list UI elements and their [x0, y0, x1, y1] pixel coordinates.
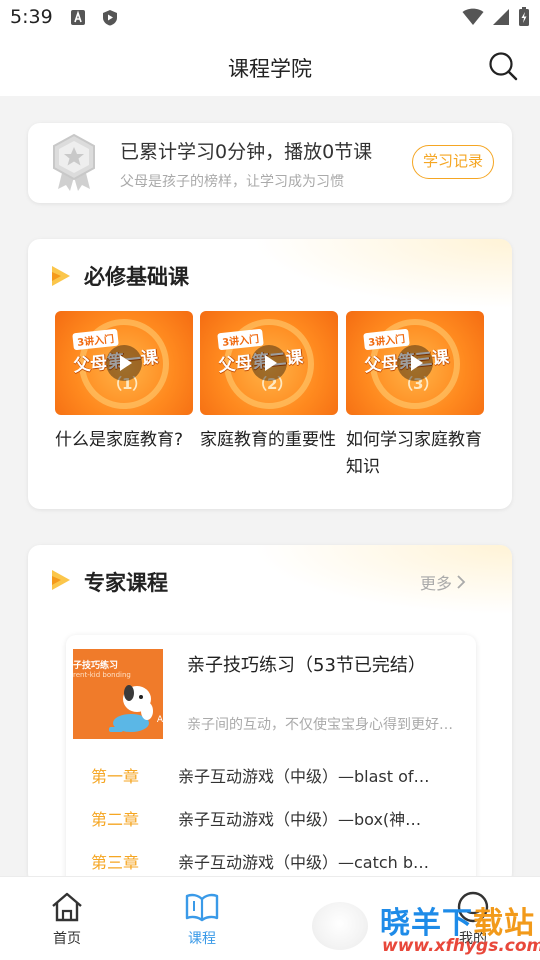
expert-courses-section: 专家课程 更多 子技巧练习 rent-kid bonding A 亲子技巧练习（…	[28, 545, 512, 885]
page-title: 课程学院	[228, 57, 312, 81]
book-icon[interactable]	[184, 891, 220, 923]
course-card-2[interactable]: 3讲入门 父母第二课 （2） 家庭教育的重要性	[200, 311, 338, 454]
learning-record-button[interactable]: 学习记录	[411, 145, 494, 179]
chapter-row[interactable]: 第三章 亲子互动游戏（中级）—catch b…	[91, 849, 451, 873]
home-icon[interactable]	[50, 891, 84, 923]
dog-illustration-icon	[109, 685, 153, 732]
tab-home[interactable]: 首页	[27, 891, 107, 948]
chapter-title[interactable]: 亲子互动游戏（中级）—catch b…	[178, 849, 448, 873]
course-name[interactable]: 如何学习家庭教育知识	[346, 427, 484, 481]
chapter-label: 第一章	[91, 767, 140, 786]
medal-icon	[53, 133, 95, 191]
more-label[interactable]: 更多	[420, 570, 452, 594]
course-card-3[interactable]: 3讲入门 父母第三课 （3） 如何学习家庭教育知识	[346, 311, 484, 481]
more-link[interactable]: 更多	[420, 570, 466, 594]
app-header: 课程学院	[0, 36, 540, 96]
course-name[interactable]: 什么是家庭教育?	[55, 427, 193, 454]
chapter-row[interactable]: 第一章 亲子互动游戏（中级）—blast of…	[91, 763, 451, 787]
chapter-label: 第二章	[91, 810, 140, 829]
chevron-right-icon[interactable]	[456, 575, 466, 589]
tab-courses[interactable]: 课程	[162, 891, 242, 948]
section-glow	[252, 239, 512, 309]
battery-charging-icon	[519, 7, 529, 26]
chapter-label: 第三章	[91, 853, 140, 872]
cover-mark: A	[156, 715, 163, 725]
watermark-site: www.xfhygs.com	[382, 936, 540, 956]
course-name[interactable]: 家庭教育的重要性	[200, 427, 338, 454]
play-flag-icon	[52, 266, 70, 286]
site-watermark: 晓羊下载站 www.xfhygs.com	[312, 896, 540, 960]
chapter-title[interactable]: 亲子互动游戏（中级）—blast of…	[178, 763, 448, 787]
course-thumbnail[interactable]: 3讲入门 父母第二课 （2）	[200, 311, 338, 415]
play-flag-icon	[52, 570, 70, 590]
expert-course-description: 亲子间的互动，不仅使宝宝身心得到更好…	[187, 717, 453, 733]
signal-icon	[493, 9, 509, 25]
basic-section-title: 必修基础课	[84, 265, 189, 289]
section-glow	[252, 545, 512, 615]
basic-courses-section: 必修基础课 3讲入门 父母第一课 （1） 什么是家庭教育? 3讲入门 父母第二课…	[28, 239, 512, 509]
expert-course-card[interactable]: 子技巧练习 rent-kid bonding A 亲子技巧练习（53节已完结） …	[66, 635, 476, 885]
play-icon[interactable]	[106, 345, 142, 381]
chapter-row[interactable]: 第二章 亲子互动游戏（中级）—box(神…	[91, 806, 451, 830]
course-thumbnail[interactable]: 3讲入门 父母第一课 （1）	[55, 311, 193, 415]
learning-stats-card: 已累计学习0分钟，播放0节课 父母是孩子的榜样，让学习成为习惯 学习记录	[28, 123, 512, 203]
status-right-icons	[462, 7, 530, 27]
course-card-1[interactable]: 3讲入门 父母第一课 （1） 什么是家庭教育?	[55, 311, 193, 454]
tab-home-label[interactable]: 首页	[27, 928, 107, 948]
course-thumbnail[interactable]: 3讲入门 父母第三课 （3）	[346, 311, 484, 415]
tab-courses-label[interactable]: 课程	[162, 928, 242, 948]
play-icon[interactable]	[251, 345, 287, 381]
status-time: 5:39	[10, 6, 53, 28]
course-cover-image[interactable]: 子技巧练习 rent-kid bonding A	[73, 649, 163, 739]
play-icon[interactable]	[397, 345, 433, 381]
stats-headline: 已累计学习0分钟，播放0节课	[120, 141, 373, 163]
cover-text: 子技巧练习	[73, 661, 119, 671]
shield-play-icon	[103, 10, 117, 26]
expert-course-title[interactable]: 亲子技巧练习（53节已完结）	[187, 651, 426, 677]
chapter-title[interactable]: 亲子互动游戏（中级）—box(神…	[178, 806, 448, 830]
wifi-icon	[462, 8, 484, 25]
status-bar: 5:39	[0, 0, 540, 36]
sheep-logo-icon	[312, 902, 368, 950]
stats-subtitle: 父母是孩子的榜样，让学习成为习惯	[120, 174, 344, 190]
expert-section-title: 专家课程	[84, 571, 168, 595]
keyboard-a-icon	[71, 10, 85, 25]
search-icon[interactable]	[488, 51, 518, 81]
cover-subtext: rent-kid bonding	[73, 671, 131, 679]
